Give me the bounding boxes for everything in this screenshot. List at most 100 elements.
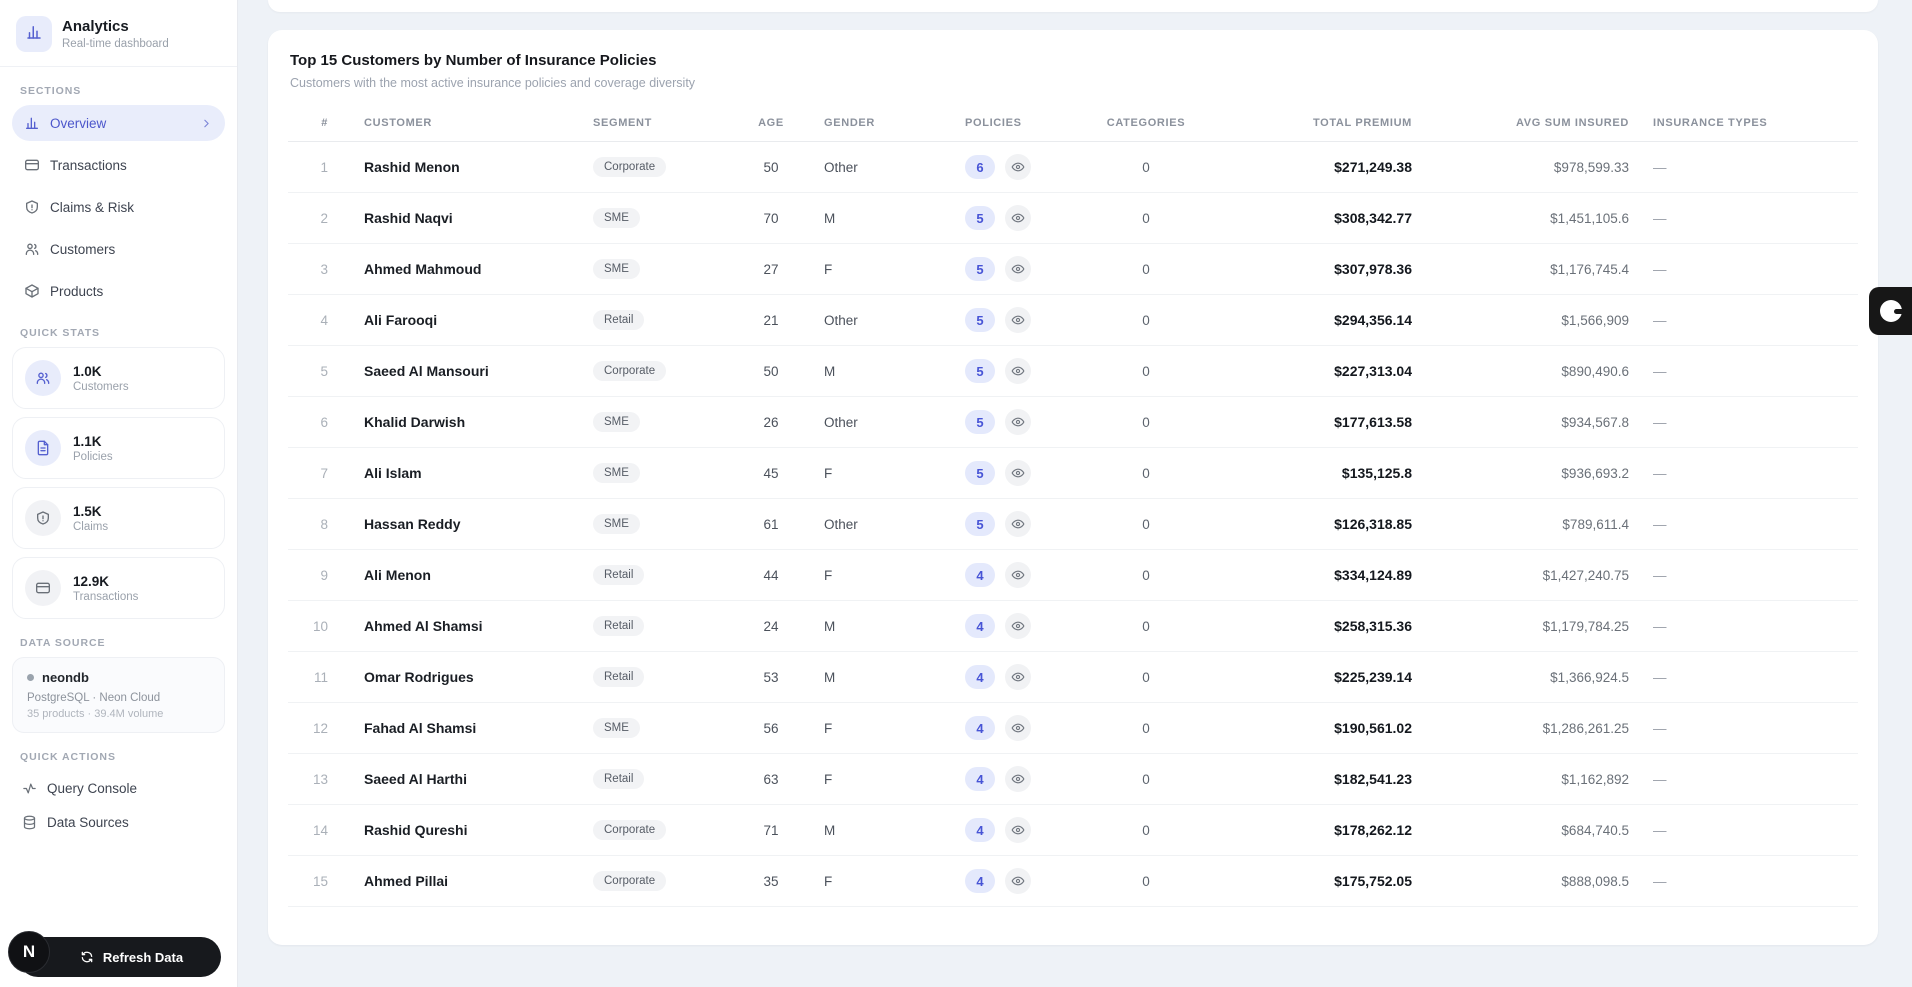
gender-cell: M: [824, 822, 836, 838]
total-premium-cell: $307,978.36: [1334, 261, 1412, 277]
categories-cell: 0: [1142, 414, 1150, 430]
rank-cell: 4: [320, 312, 328, 328]
table-row: 8 Hassan Reddy SME 61 Other 5 0 $126,318…: [288, 499, 1858, 550]
app-logo: [16, 16, 52, 52]
col-policies: POLICIES: [965, 116, 1022, 129]
eye-icon: [1011, 160, 1025, 174]
sidebar-footer: Refresh Data N: [0, 930, 237, 978]
previous-card-bottom-edge: [268, 0, 1878, 12]
gender-cell: F: [824, 720, 833, 736]
rank-cell: 5: [320, 363, 328, 379]
view-policies-button[interactable]: [1005, 409, 1031, 435]
view-policies-button[interactable]: [1005, 868, 1031, 894]
nextjs-dev-badge[interactable]: N: [8, 931, 50, 973]
col-gender: GENDER: [824, 116, 876, 129]
sidebar-item-customers[interactable]: Customers: [12, 231, 225, 267]
view-policies-button[interactable]: [1005, 307, 1031, 333]
gender-cell: Other: [824, 414, 858, 430]
rank-cell: 3: [320, 261, 328, 277]
rank-cell: 14: [312, 822, 328, 838]
stat-label: Claims: [73, 520, 109, 533]
file-text-icon: [25, 430, 61, 466]
col-customer: CUSTOMER: [364, 116, 433, 129]
segment-badge: Retail: [593, 565, 645, 585]
segment-badge: SME: [593, 718, 640, 738]
view-policies-button[interactable]: [1005, 358, 1031, 384]
total-premium-cell: $227,313.04: [1334, 363, 1412, 379]
insurance-types-cell: —: [1653, 618, 1667, 634]
insurance-types-cell: —: [1653, 720, 1667, 736]
gender-cell: M: [824, 618, 836, 634]
policies-cell: 5: [926, 409, 1056, 435]
segment-cell: SME: [566, 463, 726, 483]
insurance-types-cell: —: [1653, 465, 1667, 481]
customer-name: Rashid Qureshi: [364, 822, 468, 838]
categories-cell: 0: [1142, 261, 1150, 277]
view-policies-button[interactable]: [1005, 511, 1031, 537]
age-cell: 50: [763, 159, 779, 175]
table-row: 1 Rashid Menon Corporate 50 Other 6 0 $2…: [288, 142, 1858, 193]
age-cell: 21: [763, 312, 779, 328]
view-policies-button[interactable]: [1005, 562, 1031, 588]
floating-widget-tab[interactable]: [1869, 287, 1912, 335]
age-cell: 44: [763, 567, 779, 583]
view-policies-button[interactable]: [1005, 205, 1031, 231]
policies-cell: 4: [926, 613, 1056, 639]
eye-icon: [1011, 874, 1025, 888]
view-policies-button[interactable]: [1005, 154, 1031, 180]
eye-icon: [1011, 721, 1025, 735]
data-source-name: neondb: [42, 670, 89, 685]
categories-cell: 0: [1142, 363, 1150, 379]
stat-value: 1.1K: [73, 433, 102, 449]
stat-label: Transactions: [73, 590, 139, 603]
col-age: AGE: [758, 116, 784, 129]
table-row: 3 Ahmed Mahmoud SME 27 F 5 0 $307,978.36…: [288, 244, 1858, 295]
view-policies-button[interactable]: [1005, 256, 1031, 282]
action-data-sources[interactable]: Data Sources: [12, 805, 225, 839]
sidebar-item-overview[interactable]: Overview: [12, 105, 225, 141]
rank-cell: 2: [320, 210, 328, 226]
segment-cell: SME: [566, 718, 726, 738]
gender-cell: F: [824, 261, 833, 277]
gender-cell: F: [824, 873, 833, 889]
segment-cell: SME: [566, 412, 726, 432]
rank-cell: 9: [320, 567, 328, 583]
customer-name: Ahmed Al Shamsi: [364, 618, 483, 634]
users-icon: [24, 241, 40, 257]
total-premium-cell: $190,561.02: [1334, 720, 1412, 736]
col-segment: SEGMENT: [593, 116, 653, 129]
sidebar-item-transactions[interactable]: Transactions: [12, 147, 225, 183]
table-row: 14 Rashid Qureshi Corporate 71 M 4 0 $17…: [288, 805, 1858, 856]
shield-alert-icon: [25, 500, 61, 536]
customers-table: # CUSTOMER SEGMENT AGE GENDER POLICIES C…: [288, 104, 1858, 907]
gender-cell: M: [824, 210, 836, 226]
sections-label: SECTIONS: [20, 85, 82, 97]
view-policies-button[interactable]: [1005, 766, 1031, 792]
policies-cell: 5: [926, 205, 1056, 231]
app-header: Analytics Real-time dashboard: [0, 14, 237, 67]
segment-badge: Corporate: [593, 820, 667, 840]
table-row: 6 Khalid Darwish SME 26 Other 5 0 $177,6…: [288, 397, 1858, 448]
segment-badge: Retail: [593, 667, 645, 687]
policies-cell: 4: [926, 766, 1056, 792]
insurance-types-cell: —: [1653, 822, 1667, 838]
rank-cell: 10: [312, 618, 328, 634]
view-policies-button[interactable]: [1005, 613, 1031, 639]
view-policies-button[interactable]: [1005, 664, 1031, 690]
data-source-card: neondb PostgreSQL · Neon Cloud 35 produc…: [12, 657, 225, 733]
sidebar-item-products[interactable]: Products: [12, 273, 225, 309]
col-rank: #: [321, 116, 328, 129]
rank-cell: 7: [320, 465, 328, 481]
policies-count-badge: 5: [965, 410, 995, 434]
categories-cell: 0: [1142, 822, 1150, 838]
view-policies-button[interactable]: [1005, 460, 1031, 486]
customer-name: Ali Menon: [364, 567, 431, 583]
sidebar-item-label: Customers: [50, 241, 116, 257]
policies-cell: 5: [926, 358, 1056, 384]
action-query-console[interactable]: Query Console: [12, 771, 225, 805]
view-policies-button[interactable]: [1005, 817, 1031, 843]
segment-badge: Corporate: [593, 361, 667, 381]
insurance-types-cell: —: [1653, 567, 1667, 583]
sidebar-item-claims-risk[interactable]: Claims & Risk: [12, 189, 225, 225]
view-policies-button[interactable]: [1005, 715, 1031, 741]
